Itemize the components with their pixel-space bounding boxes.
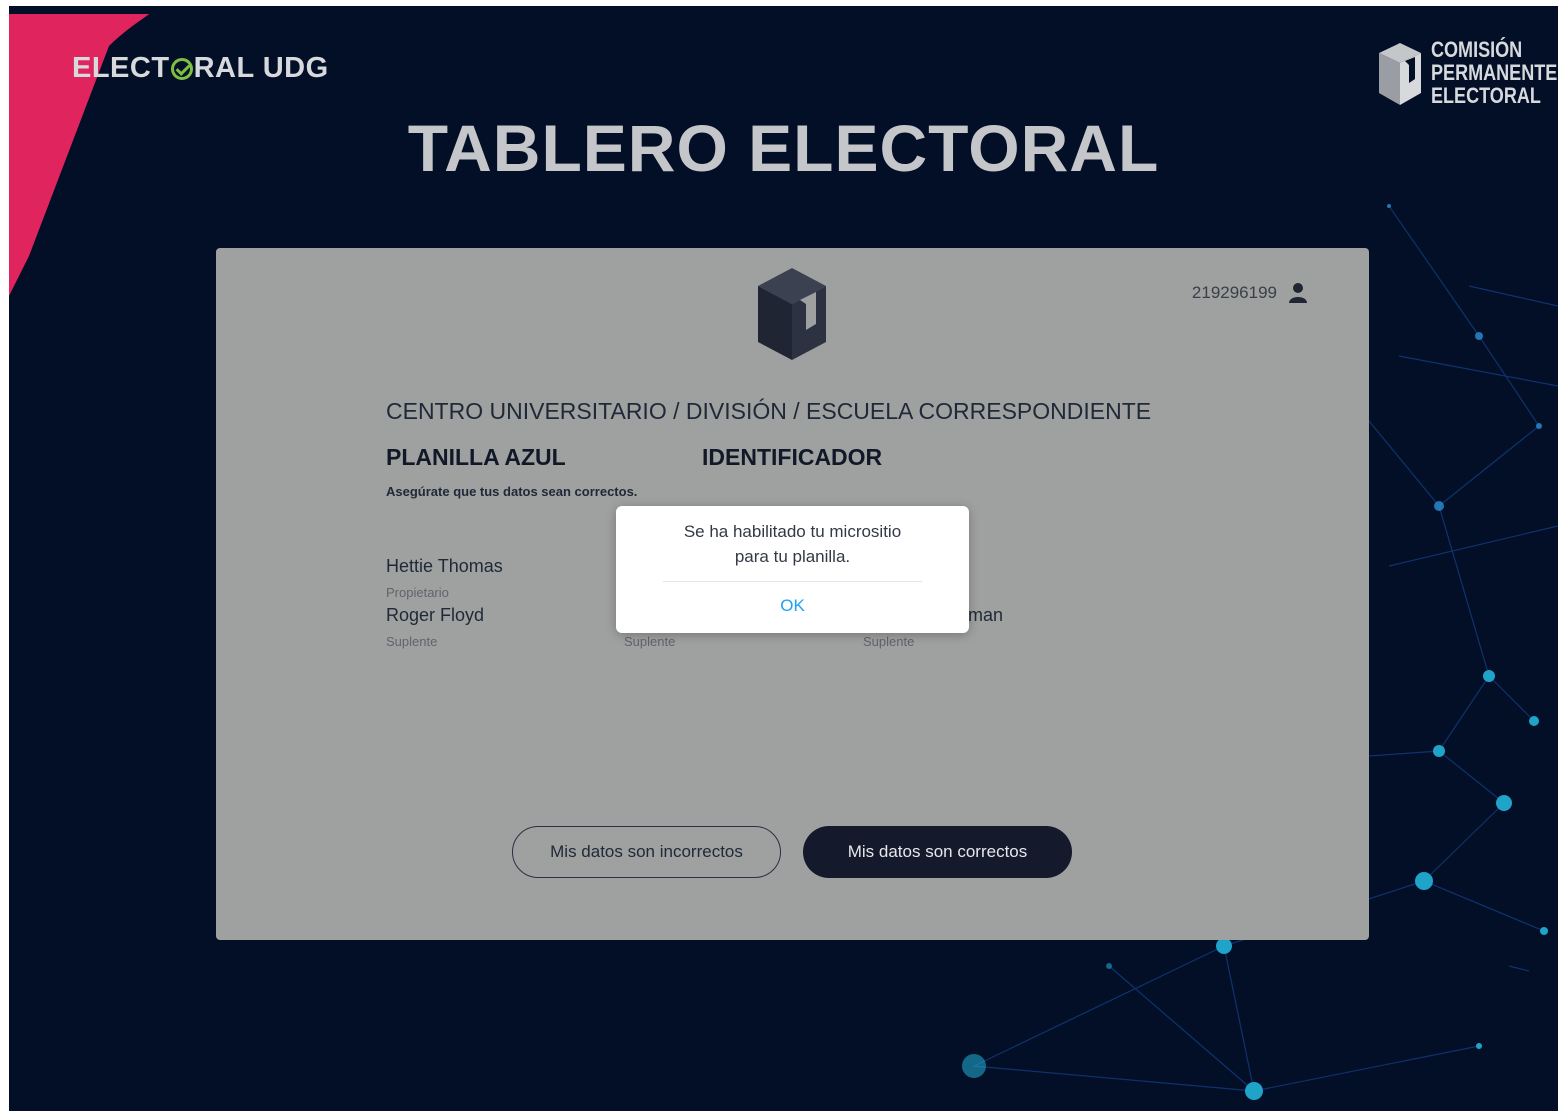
member-role: Suplente: [386, 634, 438, 649]
section-heading: CENTRO UNIVERSITARIO / DIVISIÓN / ESCUEL…: [386, 398, 1152, 424]
dialog-divider: [663, 581, 922, 582]
brand-left-text-1: ELECT: [72, 52, 170, 84]
identificador-label: IDENTIFICADOR: [702, 444, 883, 470]
brand-left-text-2: RAL UDG: [193, 52, 329, 84]
brand-right-line-2: PERMANENTE: [1431, 60, 1558, 85]
planilla-name: PLANILLA AZUL: [386, 444, 566, 470]
user-id-display[interactable]: 219296199: [1192, 283, 1307, 303]
page-background: ELECT RAL UDG COMISIÓN PERMANENTE ELECTO…: [9, 6, 1558, 1111]
member-role: Suplente: [624, 634, 676, 649]
check-circle-icon: [170, 57, 193, 80]
alert-dialog: Se ha habilitado tu micrositio para tu p…: [616, 506, 969, 633]
page-title: TABLERO ELECTORAL: [407, 111, 1160, 185]
dialog-message: Se ha habilitado tu micrositio para tu p…: [683, 522, 902, 566]
ok-button[interactable]: OK: [616, 596, 969, 616]
electoral-udg-logo: ELECT RAL UDG: [72, 52, 329, 85]
member-name: Roger Floyd: [386, 605, 485, 625]
data-correct-button[interactable]: Mis datos son correctos: [803, 826, 1072, 878]
user-icon[interactable]: [1289, 283, 1307, 303]
hint-text: Asegúrate que tus datos sean correctos.: [386, 484, 638, 499]
cube-logo-icon: [758, 268, 826, 360]
cpe-cube-icon: [1379, 42, 1421, 105]
member-role: Propietario: [386, 585, 449, 600]
data-incorrect-button[interactable]: Mis datos son incorrectos: [512, 826, 781, 878]
brand-right-line-1: COMISIÓN: [1431, 37, 1523, 62]
member-name: Hettie Thomas: [386, 556, 503, 576]
comision-permanente-electoral-logo: COMISIÓN PERMANENTE ELECTORAL: [1375, 38, 1558, 107]
member-role: Suplente: [863, 634, 915, 649]
user-id-text: 219296199: [1191, 283, 1277, 302]
brand-right-line-3: ELECTORAL: [1431, 83, 1541, 108]
